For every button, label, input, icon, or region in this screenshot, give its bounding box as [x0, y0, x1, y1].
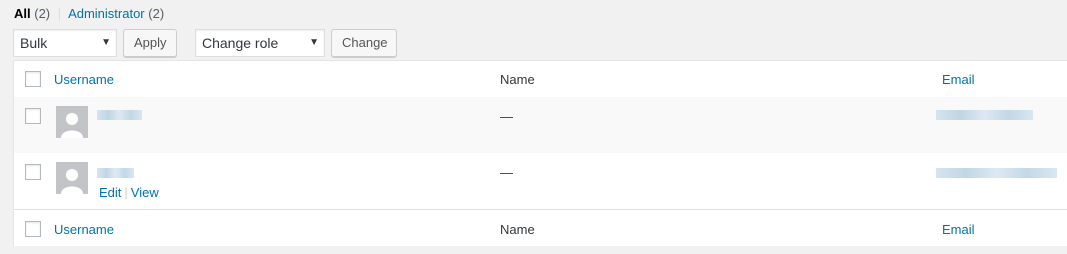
redacted-email[interactable]: [936, 110, 1033, 120]
avatar: [56, 162, 88, 194]
view-link[interactable]: View: [131, 185, 159, 200]
change-role-button[interactable]: Change: [331, 29, 397, 57]
table-footer: Username Name Email: [14, 209, 1067, 246]
users-table: Username Name Email — Edit | View — User…: [13, 60, 1067, 246]
caret-down-icon: ▼: [101, 37, 111, 48]
table-header: Username Name Email: [14, 61, 1067, 98]
column-name: Name: [500, 72, 535, 87]
avatar: [56, 106, 88, 138]
select-all-checkbox-footer[interactable]: [25, 221, 41, 237]
column-name-footer: Name: [500, 222, 535, 237]
user-silhouette-icon: [61, 169, 83, 194]
edit-link[interactable]: Edit: [99, 185, 121, 200]
column-username-footer[interactable]: Username: [54, 222, 114, 237]
row-action-separator: |: [124, 185, 128, 200]
bulk-actions-select[interactable]: Bulk Actions ▼: [13, 29, 117, 77]
filter-all[interactable]: All: [14, 6, 31, 21]
caret-down-icon: ▼: [309, 37, 319, 48]
filter-all-count: (2): [34, 6, 51, 21]
redacted-username[interactable]: [97, 110, 142, 120]
column-email[interactable]: Email: [942, 72, 975, 87]
name-cell: —: [500, 165, 513, 180]
user-silhouette-icon: [61, 113, 83, 138]
change-role-select[interactable]: Change role to… ▼: [195, 29, 325, 77]
filter-administrator-count: (2): [148, 6, 165, 21]
user-role-filters: All (2) | Administrator (2): [14, 6, 164, 21]
apply-button[interactable]: Apply: [123, 29, 177, 57]
column-email-footer[interactable]: Email: [942, 222, 975, 237]
table-row: Edit | View —: [14, 153, 1067, 209]
filter-separator: |: [57, 6, 62, 21]
row-actions: Edit | View: [99, 185, 159, 200]
row-checkbox[interactable]: [25, 164, 41, 180]
column-username[interactable]: Username: [54, 72, 114, 87]
select-all-checkbox[interactable]: [25, 71, 41, 87]
redacted-username[interactable]: [97, 168, 134, 178]
name-cell: —: [500, 109, 513, 124]
filter-administrator[interactable]: Administrator: [68, 6, 145, 21]
row-checkbox[interactable]: [25, 108, 41, 124]
redacted-email[interactable]: [936, 168, 1057, 178]
table-row: —: [14, 97, 1067, 153]
